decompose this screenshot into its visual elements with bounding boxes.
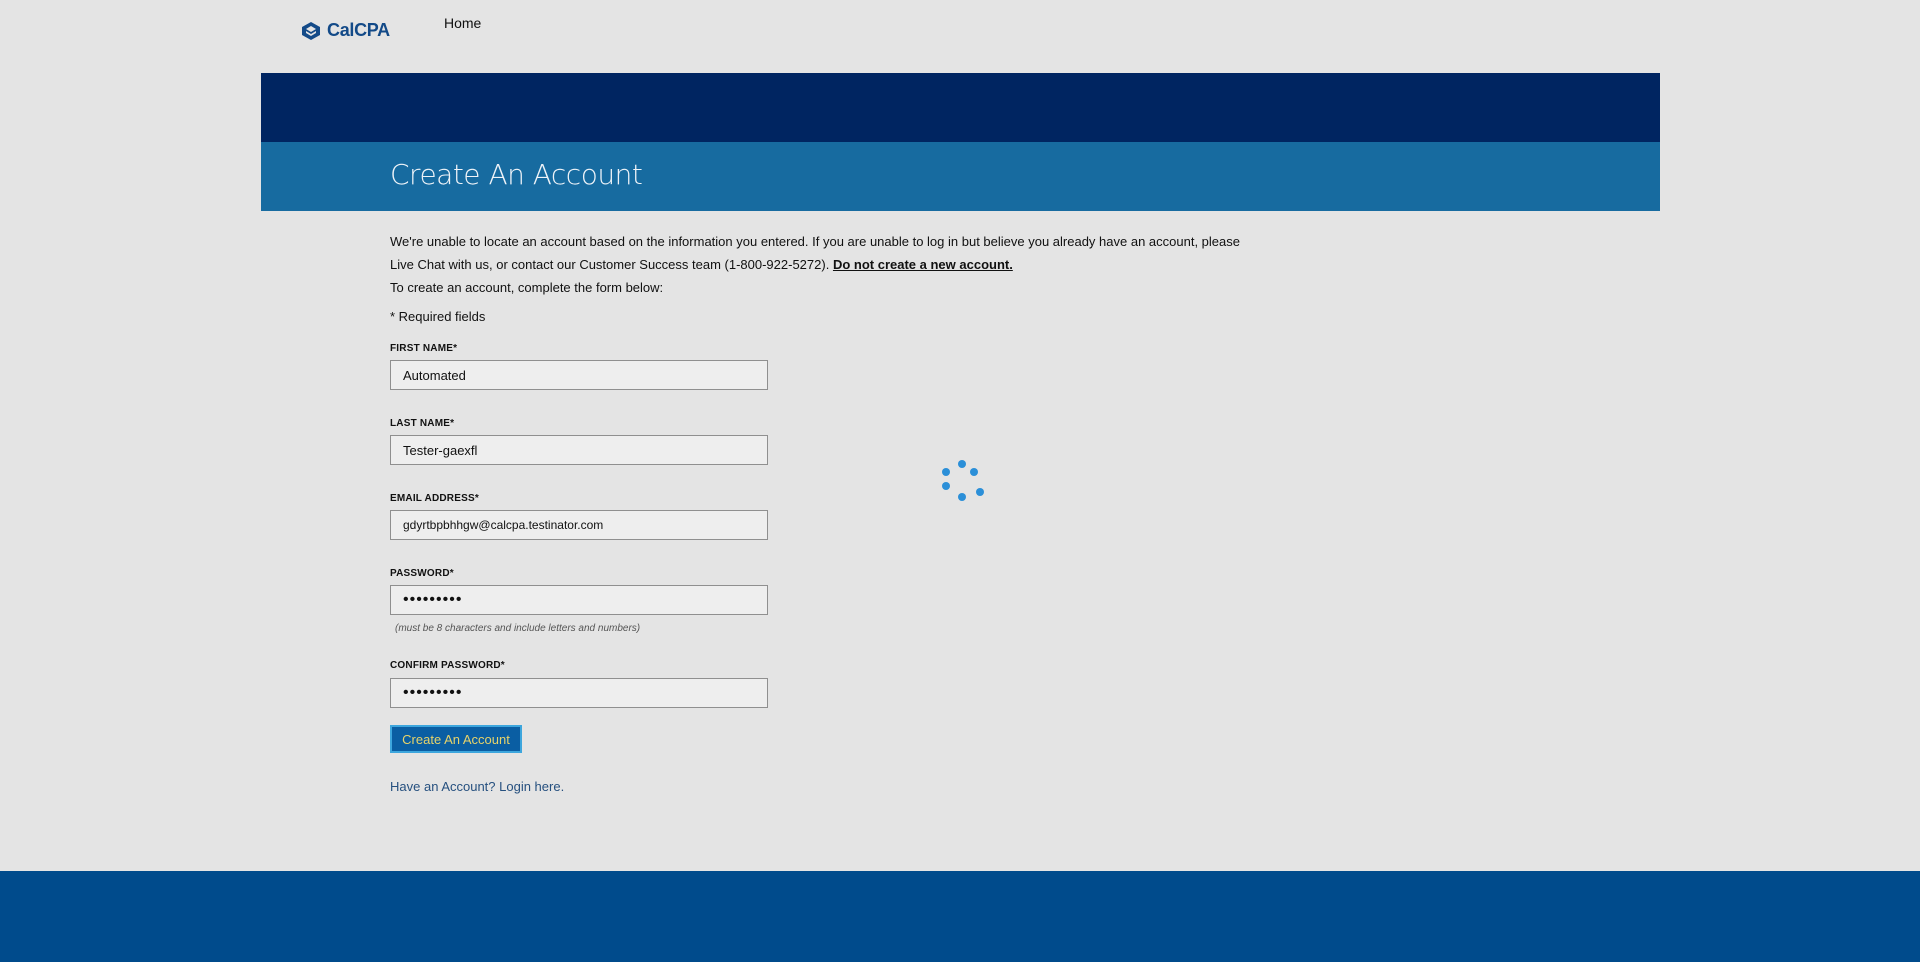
footer [0, 871, 1920, 962]
banner-title-bar: Create An Account [261, 142, 1660, 211]
spinner-dot [942, 482, 950, 490]
password-input[interactable] [390, 585, 768, 615]
email-label: EMAIL ADDRESS* [390, 493, 479, 504]
banner-top [261, 73, 1660, 142]
last-name-label: LAST NAME* [390, 418, 455, 429]
spinner-dot [970, 468, 978, 476]
confirm-password-group: CONFIRM PASSWORD* [390, 660, 768, 708]
calcpa-logo[interactable]: CalCPA [301, 20, 390, 41]
content-area: We're unable to locate an account based … [390, 230, 1290, 324]
confirm-password-input[interactable] [390, 678, 768, 708]
spinner-dot [958, 493, 966, 501]
first-name-group: FIRST NAME* [390, 343, 768, 390]
top-navigation: CalCPA Home [0, 0, 1920, 72]
intro-line-3: To create an account, complete the form … [390, 280, 664, 295]
password-group: PASSWORD* (must be 8 characters and incl… [390, 568, 768, 634]
calcpa-logo-icon [302, 21, 320, 40]
spinner-dot [942, 468, 950, 476]
spinner-dot [976, 488, 984, 496]
intro-message: We're unable to locate an account based … [390, 230, 1290, 299]
last-name-input[interactable] [390, 435, 768, 465]
last-name-group: LAST NAME* [390, 418, 768, 465]
email-group: EMAIL ADDRESS* [390, 493, 768, 540]
spinner-dot [958, 460, 966, 468]
loading-spinner-icon [938, 460, 986, 502]
first-name-input[interactable] [390, 360, 768, 390]
first-name-label: FIRST NAME* [390, 343, 458, 354]
create-account-button[interactable]: Create An Account [390, 725, 522, 753]
intro-line-2: Live Chat with us, or contact our Custom… [390, 257, 830, 272]
password-hint: (must be 8 characters and include letter… [395, 623, 641, 634]
do-not-create-warning-link[interactable]: Do not create a new account. [833, 257, 1013, 272]
logo-text: CalCPA [327, 20, 390, 40]
email-input[interactable] [390, 510, 768, 540]
confirm-password-label: CONFIRM PASSWORD* [390, 660, 505, 671]
required-fields-note: * Required fields [390, 309, 486, 324]
page-title: Create An Account [390, 158, 643, 191]
password-label: PASSWORD* [390, 568, 454, 579]
intro-line-1: We're unable to locate an account based … [390, 234, 1240, 249]
nav-home-link[interactable]: Home [444, 15, 481, 31]
login-link[interactable]: Have an Account? Login here. [390, 779, 564, 794]
